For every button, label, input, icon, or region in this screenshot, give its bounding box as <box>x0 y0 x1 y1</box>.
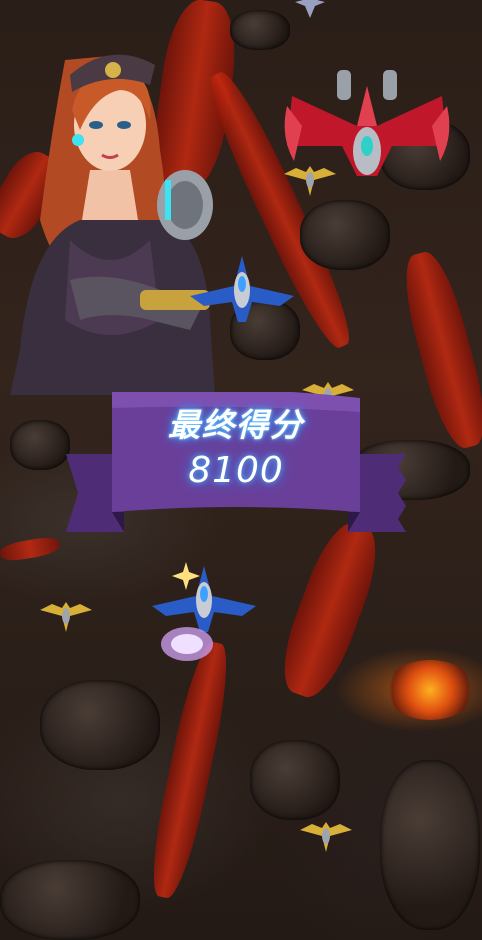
game-stage[interactable]: 最终得分 8100 <box>0 0 482 940</box>
lava-stream <box>394 246 482 454</box>
final-score-label: 最终得分 <box>167 406 304 444</box>
final-score-value: 8100 <box>188 450 284 491</box>
lava-stream <box>271 515 389 705</box>
rock <box>40 680 160 770</box>
pilot-portrait <box>10 54 215 395</box>
final-score-banner: 最终得分 8100 <box>66 392 406 542</box>
rock <box>250 740 340 820</box>
rock <box>300 200 390 270</box>
yellow-enemy-ship-icon <box>300 822 352 852</box>
red-boss-ship-icon <box>284 70 450 176</box>
rock <box>10 420 70 470</box>
explosion-icon <box>161 627 213 661</box>
lava-stream <box>143 638 237 902</box>
blue-player-ship-icon[interactable] <box>152 566 256 632</box>
rock <box>380 760 480 930</box>
rock <box>230 10 290 50</box>
lava-stream <box>0 534 62 564</box>
volcano-crater <box>385 660 475 720</box>
rock <box>0 860 140 940</box>
muzzle-flash-icon <box>172 562 200 590</box>
enemy-ship-icon <box>295 0 325 18</box>
yellow-enemy-ship-icon <box>40 602 92 632</box>
blue-ship-icon <box>190 256 294 322</box>
yellow-enemy-ship-icon <box>284 166 336 196</box>
